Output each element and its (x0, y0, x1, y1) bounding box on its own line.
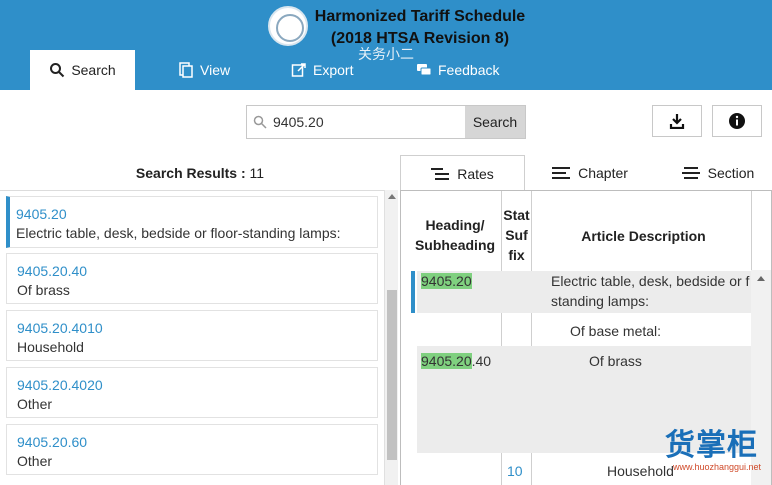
result-code: 9405.20.60 (17, 434, 88, 450)
header-article-description: Article Description (581, 228, 706, 244)
results-header: Search Results : 11 (0, 165, 400, 181)
results-list: 9405.20 Electric table, desk, bedside or… (0, 190, 384, 485)
tab-label: Chapter (578, 165, 628, 181)
results-label: Search Results : (135, 165, 246, 181)
row-description: Electric table, desk, bedside or f (551, 273, 750, 289)
selected-row-indicator (411, 271, 415, 313)
result-desc: Other (17, 453, 53, 469)
header-heading-subheading: Heading/ Subheading (414, 217, 496, 253)
result-item[interactable]: 9405.20 Electric table, desk, bedside or… (6, 196, 378, 248)
download-button[interactable] (652, 105, 702, 137)
tab-label: View (200, 62, 231, 78)
tab-feedback[interactable]: Feedback (416, 50, 499, 90)
rates-icon (431, 167, 450, 180)
row-description: Of brass (589, 353, 642, 369)
results-count: 11 (249, 165, 265, 181)
result-item[interactable]: 9405.20.40 Of brass (6, 253, 378, 304)
results-scrollbar[interactable] (384, 190, 398, 485)
result-item[interactable]: 9405.20.60 Other (6, 424, 378, 475)
result-item[interactable]: 9405.20.4010 Household (6, 310, 378, 361)
tab-label: Section (707, 165, 755, 181)
header-watermark: 关务小二 (358, 46, 414, 62)
search-button[interactable]: Search (465, 106, 525, 138)
scroll-up-arrow-icon[interactable] (388, 194, 396, 199)
info-button[interactable] (712, 105, 762, 137)
tab-label: Search (71, 62, 116, 78)
tab-rates[interactable]: Rates (400, 155, 525, 191)
app-title: Harmonized Tariff Schedule (2018 HTSA Re… (300, 6, 540, 50)
result-code: 9405.20.4020 (17, 377, 103, 393)
result-code: 9405.20 (16, 206, 67, 222)
tab-label: Rates (457, 165, 494, 182)
row-stat-suffix[interactable]: 10 (507, 461, 523, 481)
row-description: Household (607, 463, 674, 479)
search-bar: Search (246, 105, 526, 139)
tab-section[interactable]: Section (668, 155, 768, 191)
chapter-icon (552, 167, 571, 179)
tab-chapter[interactable]: Chapter (540, 155, 640, 191)
search-icon (253, 115, 267, 129)
app-title-line1: Harmonized Tariff Schedule (314, 8, 526, 25)
tab-view[interactable]: View (178, 50, 230, 90)
watermark-logo-url: www.huozhanggui.net (673, 462, 762, 472)
tab-label: Export (313, 62, 354, 78)
row-heading[interactable]: 9405.20 (421, 271, 472, 291)
view-icon (179, 62, 193, 78)
tab-search[interactable]: Search (30, 50, 135, 90)
search-highlight: 9405.20 (421, 273, 472, 289)
watermark-logo-text: 货掌柜 (665, 429, 758, 462)
row-heading-suffix: .40 (471, 353, 492, 369)
app-header: Harmonized Tariff Schedule (2018 HTSA Re… (0, 0, 772, 90)
search-input[interactable] (271, 106, 466, 138)
app-title-line2: (2018 HTSA Revision 8) (330, 30, 510, 47)
header-stat-suffix: Stat Suf fix (503, 207, 530, 263)
result-desc: Other (17, 396, 53, 412)
result-desc: Of brass (17, 282, 70, 298)
info-icon (729, 113, 745, 129)
tab-label: Feedback (438, 62, 500, 78)
scroll-up-arrow-icon[interactable] (757, 276, 765, 281)
row-description: Of base metal: (570, 323, 662, 339)
tab-export[interactable]: Export (291, 50, 353, 90)
section-icon (681, 167, 700, 179)
result-code: 9405.20.4010 (17, 320, 103, 336)
feedback-icon (417, 64, 432, 76)
download-icon (669, 114, 685, 129)
row-heading[interactable]: 9405.20.40 (421, 351, 491, 371)
result-desc: Electric table, desk, bedside or floor-s… (16, 225, 341, 241)
search-icon (50, 63, 65, 78)
row-description-cont: standing lamps: (551, 293, 650, 309)
watermark-logo: 货掌柜 www.huozhanggui.net (665, 420, 772, 480)
scrollbar-thumb[interactable] (387, 290, 397, 460)
result-desc: Household (17, 339, 84, 355)
result-code: 9405.20.40 (17, 263, 88, 279)
result-item[interactable]: 9405.20.4020 Other (6, 367, 378, 418)
export-icon (291, 63, 306, 77)
search-highlight: 9405.20 (421, 353, 472, 369)
